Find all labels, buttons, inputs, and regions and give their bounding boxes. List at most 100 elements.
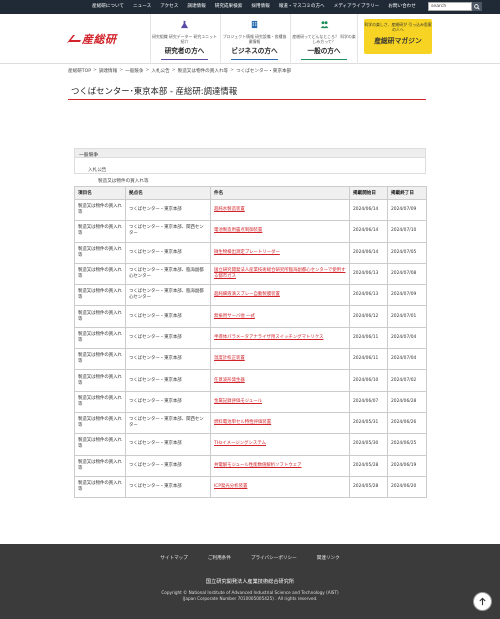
table-row: 製造又は物件の買入れ等 つくばセンター・東京本部 共電解モジュール性能数値解析ソフト… [74, 454, 427, 477]
cell-end-date: 2024/06/28 [387, 390, 427, 413]
cell-start-date: 2024/06/14 [349, 220, 388, 243]
topnav-about[interactable]: 産総研について [92, 3, 124, 9]
col-header-site: 拠点名 [125, 186, 211, 200]
col-header-subject: 件名 [210, 186, 350, 200]
breadcrumb-item[interactable]: 製造又は物件の買入れ等 [178, 68, 229, 74]
nav-underline [301, 58, 347, 60]
cell-end-date: 2024/07/04 [387, 348, 427, 371]
cell-end-date: 2024/07/01 [387, 305, 427, 328]
footer-link-related[interactable]: 関連リンク [317, 555, 340, 561]
cell-start-date: 2024/05/30 [349, 433, 388, 456]
nav-general-sub: 産総研ってどんなところ？ 科学の楽しみ方って？ [292, 34, 356, 44]
top-nav: 産総研について ニュース アクセス 調達情報 研究成果検索 採用情報 報道・マス… [92, 3, 425, 9]
footer-link-sitemap[interactable]: サイトマップ [160, 555, 188, 561]
cell-site: つくばセンター・東京本部、臨海副都心センター [125, 284, 211, 307]
cell-subject[interactable]: 金属記録評価モジュール [210, 390, 350, 413]
cell-start-date: 2024/05/28 [349, 475, 388, 499]
page-title: つくばセンター･東京本部 - 産総研:調達情報 [71, 86, 238, 96]
table-row: 製造又は物件の買入れ等 つくばセンター・東京本部 THzイメージングシステム 2024… [74, 433, 427, 456]
cell-subject[interactable]: 国立研究開発法人産業技術総合研究所臨海副都心センターで使用する都市ガス [210, 262, 350, 286]
cell-subject[interactable]: 燃料電池単セル特性評価装置 [210, 411, 350, 435]
topnav-research-search[interactable]: 研究成果検索 [215, 3, 243, 9]
cell-end-date: 2024/06/19 [387, 454, 427, 477]
search-icon [474, 3, 480, 10]
table-body: 製造又は物件の買入れ等 つくばセンター・東京本部 超純水製造装置 2024/06/14… [74, 198, 427, 499]
breadcrumb-item[interactable]: 一般競争 [125, 68, 143, 74]
procurement-table: 項目名 拠点名 件名 掲載開始日 掲載終了日 製造又は物件の買入れ等 つくばセンタ… [74, 186, 427, 499]
tree-item-bid-notice[interactable]: 入札公告 [88, 167, 106, 173]
footer-link-privacy[interactable]: プライバシーポリシー [251, 555, 297, 561]
cell-start-date: 2024/06/13 [349, 284, 388, 307]
cell-start-date: 2024/05/31 [349, 411, 388, 435]
nav-underline [161, 58, 208, 60]
aist-magazine-banner[interactable]: 科学の楽しさ、産総研が 引っ込み思案の人へ 産総研マガジン [364, 19, 432, 54]
search-input[interactable]: search [428, 2, 472, 11]
col-header-start: 掲載開始日 [349, 186, 388, 200]
topnav-press[interactable]: 報道・マスコミの方へ [279, 3, 325, 9]
cell-subject[interactable]: 電池製造用露点制御装置 [210, 220, 350, 243]
table-row: 製造又は物件の買入れ等 つくばセンター・東京本部、臨海副都心センター 超純細液滴スプ… [74, 284, 427, 307]
cell-subject[interactable]: 微生物検出測定プレートリーダー [210, 241, 350, 264]
cell-subject[interactable]: 共電解モジュール性能数値解析ソフトウェア [210, 454, 350, 477]
cell-item: 製造又は物件の買入れ等 [74, 305, 126, 328]
table-row: 製造又は物件の買入れ等 つくばセンター・東京本部、関西センター 電池製造用露点制御装… [74, 220, 427, 243]
topnav-news[interactable]: ニュース [133, 3, 151, 9]
breadcrumb-item[interactable]: 産総研TOP [68, 68, 91, 74]
aist-logo-mark-icon [67, 35, 81, 43]
table-row: 製造又は物件の買入れ等 つくばセンター・東京本部 半導体パラメータアナライザ用スイッ… [74, 326, 427, 350]
cell-start-date: 2024/06/10 [349, 369, 388, 392]
cell-end-date: 2024/06/20 [387, 475, 427, 499]
cell-item: 製造又は物件の買入れ等 [74, 284, 126, 307]
nav-business-sub: プロジェクト情報 研究設備・各種協業情報 [222, 34, 287, 44]
cell-end-date: 2024/07/04 [387, 326, 427, 350]
site-logo[interactable]: 産総研 [66, 31, 117, 47]
cell-subject[interactable]: THzイメージングシステム [210, 433, 350, 456]
table-row: 製造又は物件の買入れ等 つくばセンター・東京本部 金属記録評価モジュール 2024/0… [74, 390, 427, 413]
cell-site: つくばセンター・東京本部 [125, 454, 211, 477]
cell-item: 製造又は物件の買入れ等 [74, 198, 126, 222]
topnav-contact[interactable]: お問い合わせ [388, 3, 416, 9]
arrow-up-icon [479, 597, 486, 606]
cell-item: 製造又は物件の買入れ等 [74, 348, 126, 371]
back-to-top-button[interactable] [473, 592, 492, 611]
cell-subject[interactable]: ICP発光分析装置 [210, 475, 350, 499]
cell-site: つくばセンター・東京本部 [125, 326, 211, 350]
breadcrumb-current: つくばセンター・東京本部 [236, 69, 292, 74]
cell-start-date: 2024/06/12 [349, 305, 388, 328]
nav-business[interactable]: プロジェクト情報 研究設備・各種協業情報 ビジネスの方へ [220, 14, 288, 64]
cell-site: つくばセンター・東京本部 [125, 475, 211, 499]
footer-link-terms[interactable]: ご利用条件 [208, 555, 231, 561]
cell-subject[interactable]: 無振用サーバ他 一式 [210, 305, 350, 328]
cell-site: つくばセンター・東京本部、臨海副都心センター [125, 262, 211, 286]
breadcrumb-item[interactable]: 調達情報 [99, 68, 117, 74]
cell-site: つくばセンター・東京本部、関西センター [125, 220, 211, 243]
topnav-media-library[interactable]: メディアライブラリー [334, 3, 380, 9]
cell-subject[interactable]: 温度計校正装置 [210, 348, 350, 371]
category-panel-head: 一般競争 [74, 148, 426, 158]
breadcrumb-item[interactable]: 入札公告 [151, 68, 169, 74]
cell-site: つくばセンター・東京本部 [125, 433, 211, 456]
cell-end-date: 2024/07/02 [387, 369, 427, 392]
nav-general[interactable]: 産総研ってどんなところ？ 科学の楽しみ方って？ 一般の方へ [290, 14, 358, 64]
topnav-procurement[interactable]: 調達情報 [187, 3, 205, 9]
tree-item-purchase[interactable]: 製造又は物件の買入れ等 [98, 178, 149, 184]
cell-item: 製造又は物件の買入れ等 [74, 326, 126, 350]
cell-end-date: 2024/07/10 [387, 220, 427, 243]
topnav-access[interactable]: アクセス [160, 3, 178, 9]
nav-general-title: 一般の方へ [307, 47, 341, 55]
nav-business-title: ビジネスの方へ [231, 47, 278, 55]
cell-subject[interactable]: 半導体パラメータアナライザ用スイッチングマトリクス [210, 326, 350, 350]
people-icon [320, 21, 328, 29]
cell-item: 製造又は物件の買入れ等 [74, 241, 126, 264]
nav-researchers[interactable]: 研究組織 研究データー 研究ユニット紹介 研究者の方へ [150, 14, 218, 64]
cell-subject[interactable]: 超純水製造装置 [210, 198, 350, 222]
table-row: 製造又は物件の買入れ等 つくばセンター・東京本部 任意波形発生器 2024/06/10… [74, 369, 427, 392]
topnav-recruit[interactable]: 採用情報 [251, 3, 269, 9]
cell-subject[interactable]: 任意波形発生器 [210, 369, 350, 392]
cell-subject[interactable]: 超純細液滴スプレー自動製膜装置 [210, 284, 350, 307]
table-row: 製造又は物件の買入れ等 つくばセンター・東京本部、関西センター 燃料電池単セル特性評… [74, 411, 427, 435]
cell-site: つくばセンター・東京本部 [125, 369, 211, 392]
cell-start-date: 2024/06/11 [349, 348, 388, 371]
search-button[interactable] [472, 2, 482, 11]
cell-site: つくばセンター・東京本部、関西センター [125, 411, 211, 435]
